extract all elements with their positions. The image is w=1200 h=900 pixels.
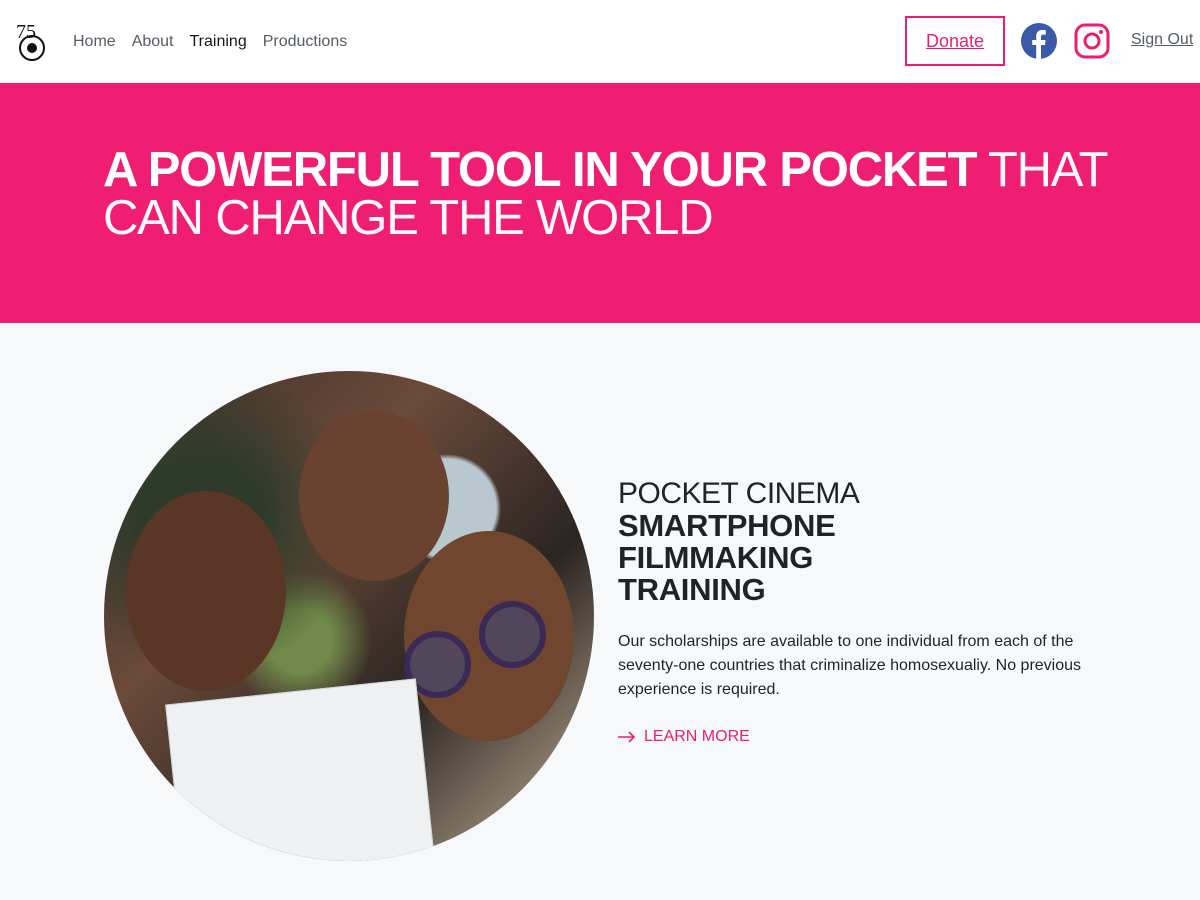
sign-out-link[interactable]: Sign Out	[1131, 31, 1193, 49]
nav-productions[interactable]: Productions	[263, 31, 348, 53]
svg-text:75: 75	[16, 21, 36, 43]
photo-person-left	[126, 491, 286, 691]
photo-script-paper	[165, 678, 435, 861]
feature-content: POCKET CINEMA SMARTPHONE FILMMAKING TRAI…	[618, 478, 1138, 746]
logo-icon: 75	[16, 21, 45, 61]
photo-person-middle	[299, 411, 449, 581]
hero-headline: A POWERFUL TOOL IN YOUR POCKET THAT CAN …	[103, 143, 1109, 245]
training-feature: POCKET CINEMA SMARTPHONE FILMMAKING TRAI…	[0, 323, 1200, 900]
facebook-link[interactable]	[1021, 23, 1057, 59]
feature-title: SMARTPHONE FILMMAKING TRAINING	[618, 510, 1138, 606]
feature-description: Our scholarships are available to one in…	[618, 633, 1082, 698]
nav-about[interactable]: About	[132, 31, 174, 53]
logo[interactable]: 75	[14, 20, 50, 62]
facebook-icon	[1021, 23, 1057, 59]
donate-button[interactable]: Donate	[905, 16, 1005, 66]
hero-headline-light-2: CAN CHANGE THE WORLD	[103, 191, 714, 245]
site-header: 75 Home About Training Productions Donat…	[0, 0, 1200, 83]
feature-photo	[104, 371, 594, 861]
photo-glasses-right	[479, 601, 546, 668]
hero-banner: A POWERFUL TOOL IN YOUR POCKET THAT CAN …	[0, 83, 1200, 323]
instagram-link[interactable]	[1074, 23, 1110, 59]
hero-headline-bold: A POWERFUL TOOL IN YOUR POCKET	[103, 143, 978, 197]
learn-more-label: LEARN MORE	[644, 728, 750, 745]
feature-eyebrow: POCKET CINEMA	[618, 477, 860, 510]
arrow-right-icon	[618, 731, 636, 743]
hero-headline-light-1: THAT	[976, 143, 1109, 197]
learn-more-link[interactable]: LEARN MORE	[618, 728, 1138, 746]
feature-title-line-3: TRAINING	[618, 572, 766, 607]
instagram-icon	[1074, 23, 1110, 59]
feature-title-line-2: FILMMAKING	[618, 540, 814, 575]
main-nav: Home About Training Productions	[73, 31, 363, 53]
feature-title-line-1: SMARTPHONE	[618, 508, 836, 543]
nav-training[interactable]: Training	[190, 31, 247, 53]
nav-home[interactable]: Home	[73, 31, 116, 53]
